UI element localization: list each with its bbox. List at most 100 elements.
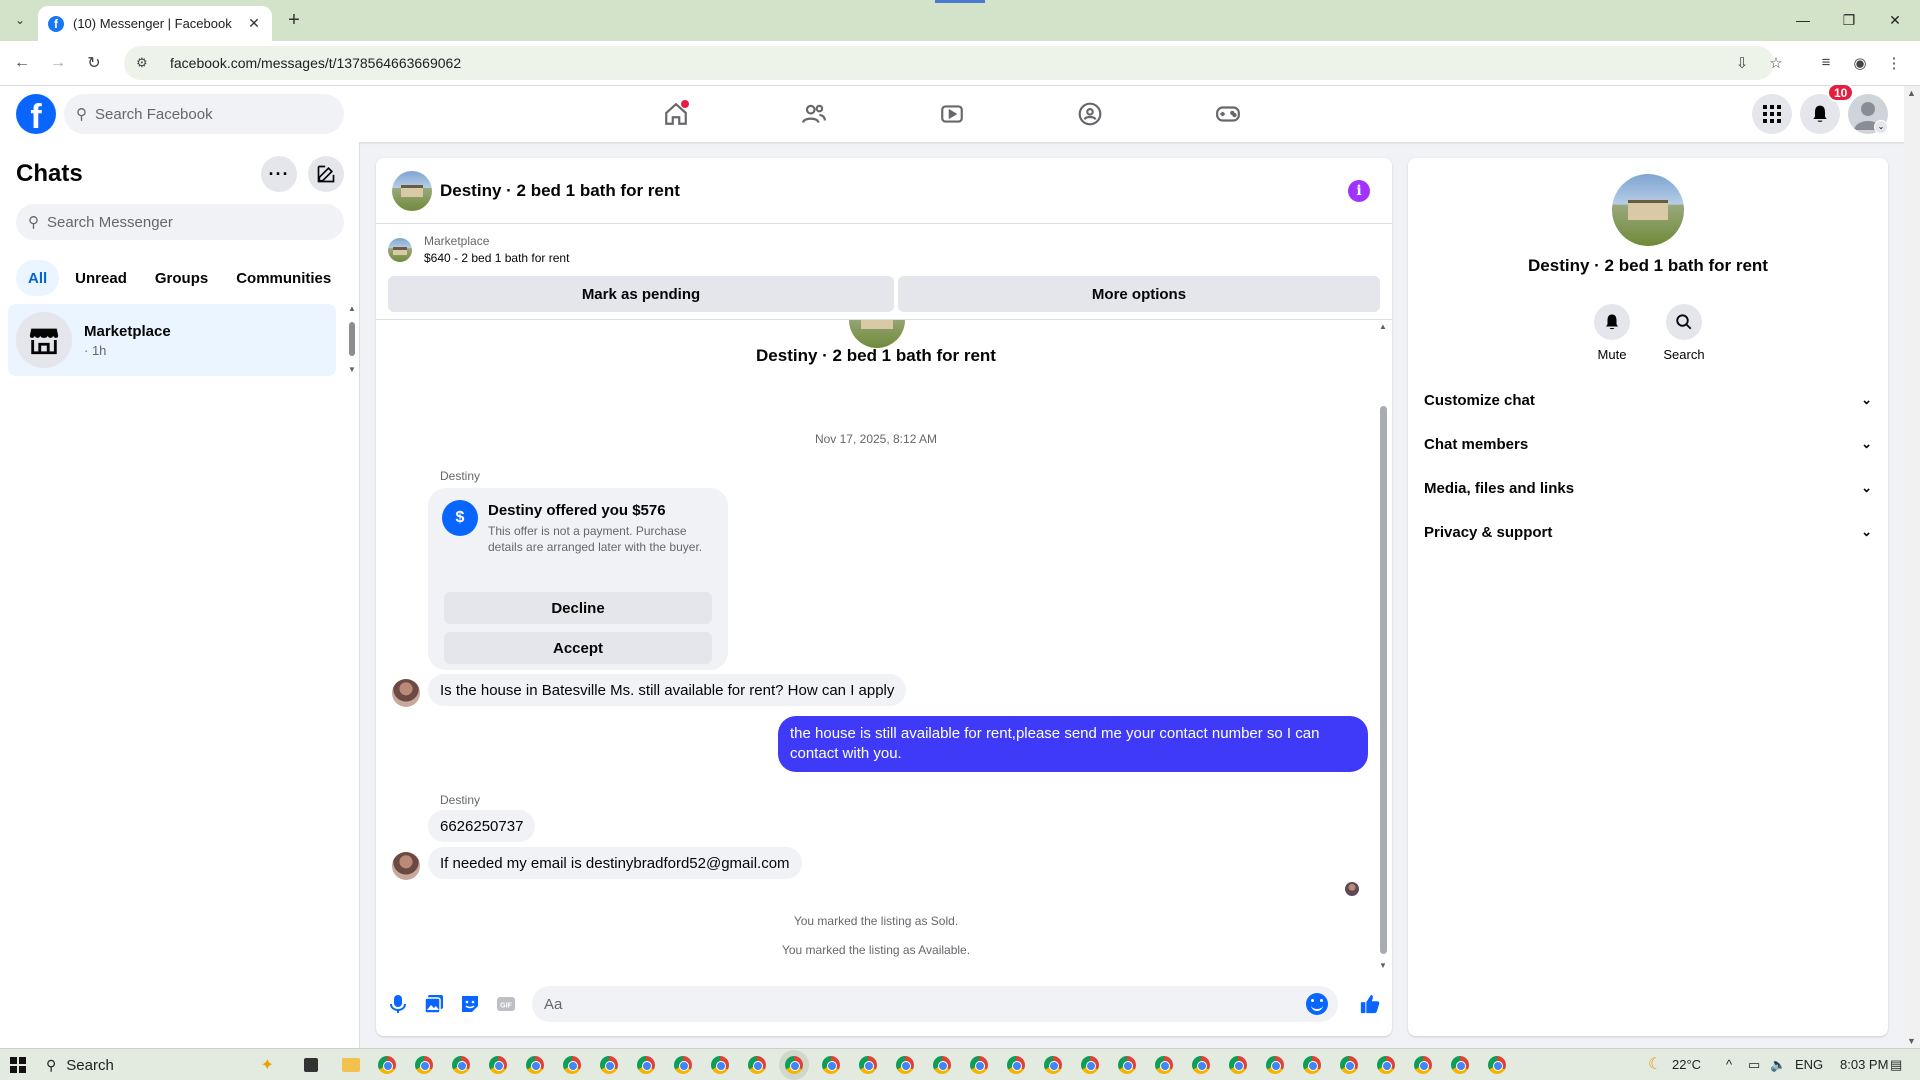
chrome-window-icon[interactable] bbox=[600, 1056, 618, 1074]
chrome-window-icon[interactable] bbox=[378, 1056, 396, 1074]
temperature-label[interactable]: 22°C bbox=[1672, 1057, 1701, 1072]
sender-avatar[interactable] bbox=[392, 852, 420, 880]
friends-icon[interactable] bbox=[794, 94, 834, 134]
scroll-up-icon[interactable]: ▲ bbox=[348, 304, 356, 313]
new-tab-button[interactable]: + bbox=[282, 9, 306, 33]
thread-scrollbar[interactable]: ▲ ▼ bbox=[1376, 322, 1390, 970]
restore-window-button[interactable]: ❐ bbox=[1826, 6, 1872, 34]
mark-as-pending-button[interactable]: Mark as pending bbox=[388, 276, 894, 312]
chrome-window-icon[interactable] bbox=[674, 1056, 692, 1074]
messenger-search-input[interactable] bbox=[47, 213, 317, 231]
chrome-window-icon[interactable] bbox=[896, 1056, 914, 1074]
message-input[interactable] bbox=[544, 995, 1284, 1013]
filter-communities[interactable]: Communities bbox=[224, 260, 343, 296]
browser-tab[interactable]: f (10) Messenger | Facebook ✕ bbox=[38, 6, 272, 41]
watch-video-icon[interactable] bbox=[932, 94, 972, 134]
chrome-window-icon[interactable] bbox=[785, 1056, 803, 1074]
sender-avatar[interactable] bbox=[392, 679, 420, 707]
account-chevron-icon[interactable]: ⌄ bbox=[1874, 120, 1888, 134]
listing-thumbnail[interactable] bbox=[388, 238, 412, 262]
filter-all[interactable]: All bbox=[16, 260, 60, 296]
chats-options-button[interactable]: ··· bbox=[261, 156, 297, 192]
chrome-window-icon[interactable] bbox=[452, 1056, 470, 1074]
message-input-box[interactable] bbox=[532, 986, 1338, 1022]
bookmark-star-icon[interactable]: ☆ bbox=[1765, 54, 1787, 76]
browser-menu-icon[interactable]: ⋮ bbox=[1883, 54, 1905, 76]
facebook-logo-icon[interactable]: f bbox=[16, 94, 56, 134]
chrome-window-icon[interactable] bbox=[1414, 1056, 1432, 1074]
filter-unread[interactable]: Unread bbox=[63, 260, 139, 296]
microphone-icon[interactable] bbox=[386, 992, 410, 1016]
customize-chat-section[interactable]: Customize chat ⌄ bbox=[1424, 378, 1872, 422]
thumbs-up-icon[interactable] bbox=[1358, 992, 1382, 1016]
more-options-button[interactable]: More options bbox=[898, 276, 1380, 312]
chat-list-scrollbar[interactable]: ▲ ▼ bbox=[346, 304, 358, 374]
windows-start-icon[interactable] bbox=[10, 1057, 26, 1073]
home-icon[interactable] bbox=[656, 94, 696, 134]
conversation-info-icon[interactable]: i bbox=[1348, 180, 1370, 202]
reload-icon[interactable]: ↻ bbox=[81, 50, 107, 76]
chrome-window-icon[interactable] bbox=[1081, 1056, 1099, 1074]
filter-groups[interactable]: Groups bbox=[143, 260, 220, 296]
scroll-down-icon[interactable]: ▼ bbox=[1907, 1036, 1916, 1046]
close-window-button[interactable]: ✕ bbox=[1872, 6, 1918, 34]
scroll-thumb[interactable] bbox=[349, 322, 355, 356]
volume-icon[interactable]: 🔈 bbox=[1770, 1057, 1786, 1073]
minimize-window-button[interactable]: — bbox=[1780, 6, 1826, 34]
chrome-window-icon[interactable] bbox=[1229, 1056, 1247, 1074]
facebook-search-box[interactable]: ⚲ bbox=[64, 94, 344, 134]
weather-icon[interactable]: ☾ bbox=[1648, 1054, 1662, 1074]
clock-label[interactable]: 8:03 PM bbox=[1840, 1057, 1888, 1072]
address-bar[interactable]: ⚙ facebook.com/messages/t/13785646636690… bbox=[124, 46, 1774, 80]
chrome-window-icon[interactable] bbox=[415, 1056, 433, 1074]
gif-icon[interactable]: GIF bbox=[494, 992, 518, 1016]
scroll-down-icon[interactable]: ▼ bbox=[1379, 961, 1387, 970]
media-files-links-section[interactable]: Media, files and links ⌄ bbox=[1424, 466, 1872, 510]
chrome-window-icon[interactable] bbox=[1007, 1056, 1025, 1074]
chrome-window-icon[interactable] bbox=[1118, 1056, 1136, 1074]
file-explorer-icon[interactable] bbox=[342, 1058, 360, 1072]
info-panel-avatar[interactable] bbox=[1612, 174, 1684, 246]
chrome-window-icon[interactable] bbox=[1192, 1056, 1210, 1074]
chrome-window-icon[interactable] bbox=[748, 1056, 766, 1074]
chrome-window-icon[interactable] bbox=[563, 1056, 581, 1074]
close-tab-icon[interactable]: ✕ bbox=[246, 15, 262, 32]
scroll-up-icon[interactable]: ▲ bbox=[1379, 322, 1387, 331]
chrome-window-icon[interactable] bbox=[637, 1056, 655, 1074]
search-in-conversation-button[interactable]: Search bbox=[1648, 304, 1720, 362]
chrome-window-icon[interactable] bbox=[859, 1056, 877, 1074]
accept-offer-button[interactable]: Accept bbox=[444, 632, 712, 664]
conversation-title[interactable]: Destiny · 2 bed 1 bath for rent bbox=[440, 181, 680, 201]
chrome-window-icon[interactable] bbox=[970, 1056, 988, 1074]
chrome-window-icon[interactable] bbox=[1377, 1056, 1395, 1074]
page-scrollbar[interactable]: ▲ ▼ bbox=[1904, 86, 1920, 1048]
chat-list-item-marketplace[interactable]: Marketplace · 1h bbox=[8, 304, 336, 376]
scroll-down-icon[interactable]: ▼ bbox=[348, 365, 356, 374]
show-hidden-icons[interactable]: ^ bbox=[1726, 1057, 1732, 1072]
chrome-window-icon[interactable] bbox=[933, 1056, 951, 1074]
gaming-icon[interactable] bbox=[1208, 94, 1248, 134]
scroll-thumb[interactable] bbox=[1380, 406, 1387, 954]
forward-icon[interactable]: → bbox=[45, 50, 71, 76]
conversation-avatar[interactable] bbox=[392, 170, 432, 211]
chrome-window-icon[interactable] bbox=[1340, 1056, 1358, 1074]
site-info-icon[interactable]: ⚙ bbox=[136, 55, 156, 71]
profile-icon[interactable]: ◉ bbox=[1849, 54, 1871, 76]
photo-icon[interactable] bbox=[422, 992, 446, 1016]
url-text[interactable]: facebook.com/messages/t/1378564663669062 bbox=[170, 55, 461, 71]
chrome-window-icon[interactable] bbox=[1451, 1056, 1469, 1074]
install-app-icon[interactable]: ⇩ bbox=[1731, 54, 1753, 76]
chrome-window-icon[interactable] bbox=[822, 1056, 840, 1074]
chrome-window-icon[interactable] bbox=[711, 1056, 729, 1074]
back-icon[interactable]: ← bbox=[9, 50, 35, 76]
menu-grid-button[interactable] bbox=[1752, 94, 1792, 134]
chrome-window-icon[interactable] bbox=[1303, 1056, 1321, 1074]
messenger-search-box[interactable]: ⚲ bbox=[16, 204, 344, 240]
emoji-icon[interactable] bbox=[1306, 993, 1328, 1015]
facebook-search-input[interactable] bbox=[95, 105, 315, 123]
scroll-up-icon[interactable]: ▲ bbox=[1907, 88, 1916, 98]
chrome-window-icon[interactable] bbox=[1044, 1056, 1062, 1074]
groups-icon[interactable] bbox=[1070, 94, 1110, 134]
taskbar-search[interactable]: ⚲ Search ✦ bbox=[38, 1051, 284, 1079]
privacy-support-section[interactable]: Privacy & support ⌄ bbox=[1424, 510, 1872, 554]
